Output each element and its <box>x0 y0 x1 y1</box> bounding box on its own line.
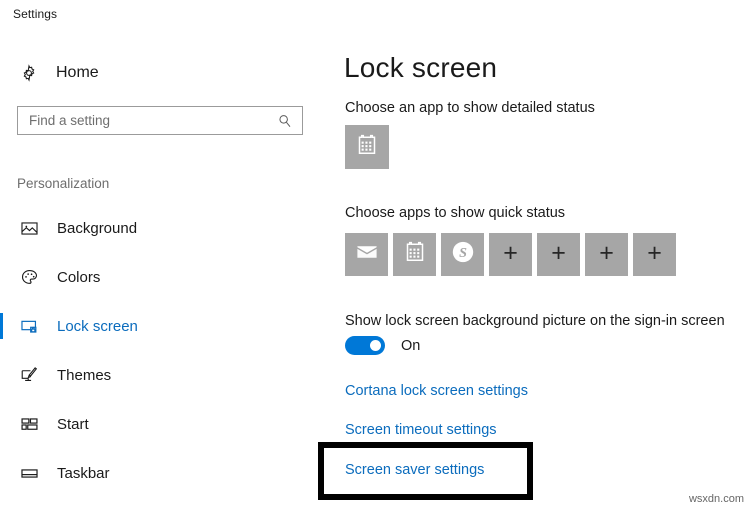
quick-status-tile-calendar[interactable] <box>393 233 436 276</box>
selection-accent-bar <box>0 264 3 290</box>
gear-icon <box>17 61 41 85</box>
plus-icon: + <box>551 239 566 267</box>
main-content: Lock screen Choose an app to show detail… <box>318 30 752 512</box>
sidebar-item-colors-label: Colors <box>57 268 101 286</box>
background-toggle-label: Show lock screen background picture on t… <box>345 313 725 329</box>
sidebar-item-lock-screen[interactable]: Lock screen <box>0 308 310 344</box>
selection-accent-bar <box>0 460 3 486</box>
calendar-icon <box>355 133 379 162</box>
palette-icon <box>18 266 40 288</box>
sidebar-item-start-label: Start <box>57 415 89 433</box>
sidebar: Home Personalization Background <box>0 30 320 512</box>
window-title-bar: Settings <box>0 0 752 30</box>
quick-status-label: Choose apps to show quick status <box>345 205 566 221</box>
quick-status-tile-add-3[interactable]: + <box>585 233 628 276</box>
sidebar-item-home-label: Home <box>56 64 99 81</box>
selection-accent-bar <box>0 215 3 241</box>
quick-status-tile-add-4[interactable]: + <box>633 233 676 276</box>
mail-icon <box>355 240 379 269</box>
plus-icon: + <box>599 239 614 267</box>
sidebar-item-lock-screen-label: Lock screen <box>57 317 138 335</box>
background-toggle-state: On <box>401 337 421 354</box>
search-input[interactable] <box>18 113 272 128</box>
calendar-icon <box>403 240 427 269</box>
sidebar-nav-list: Background Colors Lock screen Themes Sta… <box>0 210 320 504</box>
picture-icon <box>18 217 40 239</box>
sidebar-item-background[interactable]: Background <box>0 210 310 246</box>
taskbar-icon <box>18 462 40 484</box>
background-toggle-switch[interactable] <box>345 336 385 355</box>
start-tiles-icon <box>18 413 40 435</box>
search-icon[interactable] <box>272 108 298 134</box>
link-screen-timeout-settings[interactable]: Screen timeout settings <box>345 422 497 438</box>
background-toggle-row: On <box>345 336 420 355</box>
toggle-knob <box>370 340 381 351</box>
svg-text:S: S <box>459 245 467 261</box>
quick-status-tile-add-1[interactable]: + <box>489 233 532 276</box>
selection-accent-bar <box>0 362 3 388</box>
selection-accent-bar <box>0 313 3 339</box>
watermark: wsxdn.com <box>688 493 744 505</box>
skype-icon: S <box>450 239 476 270</box>
sidebar-item-taskbar[interactable]: Taskbar <box>0 455 310 491</box>
sidebar-item-background-label: Background <box>57 219 138 237</box>
link-cortana-lock-screen-settings[interactable]: Cortana lock screen settings <box>345 383 528 399</box>
sidebar-item-themes-label: Themes <box>57 366 112 384</box>
quick-status-tile-add-2[interactable]: + <box>537 233 580 276</box>
plus-icon: + <box>647 239 662 267</box>
sidebar-item-taskbar-label: Taskbar <box>57 464 110 482</box>
search-box[interactable] <box>17 106 303 135</box>
selection-accent-bar <box>0 411 3 437</box>
sidebar-item-home[interactable]: Home <box>0 56 310 90</box>
quick-status-tile-mail[interactable] <box>345 233 388 276</box>
sidebar-item-start[interactable]: Start <box>0 406 310 442</box>
quick-status-tile-row: S + + + + <box>345 233 676 276</box>
sidebar-item-colors[interactable]: Colors <box>0 259 310 295</box>
quick-status-tile-skype[interactable]: S <box>441 233 484 276</box>
brush-icon <box>18 364 40 386</box>
sidebar-section-heading: Personalization <box>17 176 110 191</box>
detailed-status-app-tile[interactable] <box>345 125 389 169</box>
page-title: Lock screen <box>344 52 498 83</box>
lock-screen-icon <box>18 315 40 337</box>
window-title: Settings <box>13 7 58 21</box>
detailed-status-label: Choose an app to show detailed status <box>345 100 595 116</box>
link-screen-saver-settings[interactable]: Screen saver settings <box>345 462 484 478</box>
plus-icon: + <box>503 239 518 267</box>
sidebar-item-themes[interactable]: Themes <box>0 357 310 393</box>
